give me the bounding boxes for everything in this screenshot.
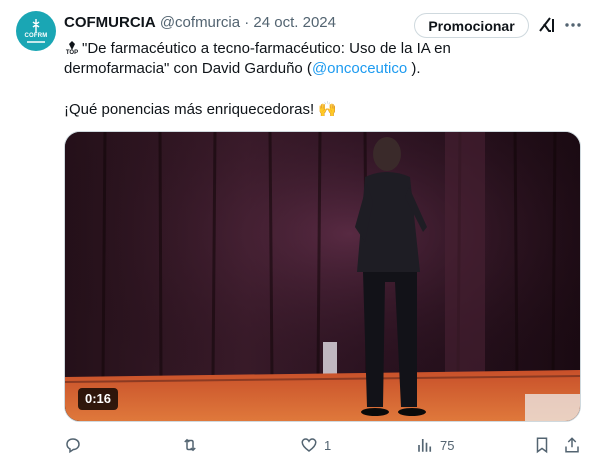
- grok-icon[interactable]: [537, 15, 557, 35]
- tweet-text-line-3: ¡Qué ponencias más enriquecedoras! 🙌: [64, 101, 337, 118]
- author-name[interactable]: COFMURCIA: [64, 14, 156, 31]
- reply-button[interactable]: [64, 434, 82, 456]
- like-button[interactable]: 1: [300, 434, 331, 456]
- tweet-text-prefix: dermofarmacia" con David Garduño (: [64, 60, 312, 77]
- tweet-date[interactable]: 24 oct. 2024: [253, 14, 336, 31]
- mention-link[interactable]: @oncoceutico: [312, 60, 407, 77]
- cofrm-logo-icon: [32, 19, 40, 33]
- reply-icon: [66, 438, 80, 454]
- retweet-icon: [184, 438, 196, 452]
- author-handle[interactable]: @cofmurcia: [160, 14, 240, 31]
- share-button[interactable]: [563, 434, 581, 456]
- top-emoji-icon: TOP: [64, 41, 80, 59]
- retweet-button[interactable]: [181, 434, 199, 456]
- heart-icon: [301, 438, 317, 452]
- share-icon: [565, 437, 579, 453]
- video-duration: 0:16: [78, 388, 119, 410]
- tweet-header: COFMURCIA @cofmurcia · 24 oct. 2024: [64, 13, 336, 33]
- bookmark-button[interactable]: [533, 434, 551, 456]
- promote-button[interactable]: Promocionar: [414, 13, 529, 38]
- tweet-text-line-1: "De farmacéutico a tecno-farmacéutico: U…: [82, 40, 451, 57]
- separator-dot: ·: [244, 14, 250, 31]
- more-icon[interactable]: [564, 15, 582, 35]
- tweet-text-suffix: ).: [407, 60, 421, 77]
- views-count: 75: [440, 437, 455, 453]
- like-count: 1: [324, 437, 332, 453]
- avatar-logo-bar: [27, 41, 45, 43]
- drop-icon: [69, 41, 75, 50]
- action-bar: 1 75: [64, 434, 581, 456]
- tweet-text-line-2: dermofarmacia" con David Garduño (@oncoc…: [64, 60, 421, 77]
- avatar-logo-text: COFRM: [24, 33, 48, 39]
- views-button[interactable]: 75: [416, 434, 454, 456]
- analytics-icon: [418, 439, 432, 452]
- video-frame: [65, 132, 580, 421]
- avatar[interactable]: COFRM: [16, 11, 56, 51]
- top-label: TOP: [65, 50, 79, 56]
- bookmark-icon: [536, 437, 548, 454]
- video-player[interactable]: [64, 131, 581, 422]
